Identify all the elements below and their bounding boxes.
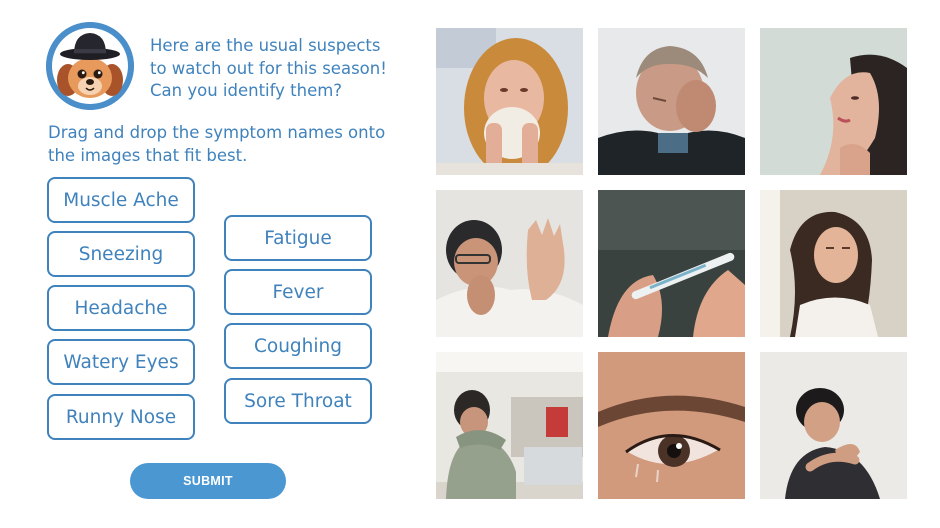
intro-line: to watch out for this season!: [150, 58, 387, 78]
drop-target-image-9[interactable]: [760, 352, 907, 499]
chip-coughing[interactable]: Coughing: [224, 323, 372, 369]
chip-fatigue[interactable]: Fatigue: [224, 215, 372, 261]
chip-headache[interactable]: Headache: [47, 285, 195, 331]
man-coughing-into-elbow-photo: [436, 352, 583, 499]
instructions-text: Drag and drop the symptom names onto the…: [48, 122, 408, 167]
drop-target-image-8[interactable]: [598, 352, 745, 499]
drop-target-image-6[interactable]: [760, 190, 907, 337]
drop-target-image-1[interactable]: [436, 28, 583, 175]
chip-muscle-ache[interactable]: Muscle Ache: [47, 177, 195, 223]
chip-sore-throat[interactable]: Sore Throat: [224, 378, 372, 424]
woman-blowing-nose-photo: [436, 28, 583, 175]
watery-eye-closeup-photo: [598, 352, 745, 499]
man-coughing-hand-up-photo: [436, 190, 583, 337]
drop-target-image-3[interactable]: [760, 28, 907, 175]
intro-line: Can you identify them?: [150, 81, 343, 100]
woman-tired-head-back-photo: [760, 190, 907, 337]
intro-line: Here are the usual suspects: [150, 36, 381, 55]
drop-target-image-4[interactable]: [436, 190, 583, 337]
woman-touching-neck-photo: [760, 28, 907, 175]
chip-watery-eyes[interactable]: Watery Eyes: [47, 339, 195, 385]
drop-target-image-7[interactable]: [436, 352, 583, 499]
drop-target-image-2[interactable]: [598, 28, 745, 175]
man-holding-shoulder-photo: [760, 352, 907, 499]
thermometer-photo: [598, 190, 745, 337]
mascot-avatar: [46, 22, 134, 110]
chip-sneezing[interactable]: Sneezing: [47, 231, 195, 277]
chip-runny-nose[interactable]: Runny Nose: [47, 394, 195, 440]
drop-target-image-5[interactable]: [598, 190, 745, 337]
dog-detective-icon: [46, 22, 134, 110]
instructions-line: the images that fit best.: [48, 145, 248, 165]
man-holding-head-photo: [598, 28, 745, 175]
instructions-line: Drag and drop the symptom names onto: [48, 123, 386, 142]
chip-fever[interactable]: Fever: [224, 269, 372, 315]
intro-text: Here are the usual suspects to watch out…: [150, 35, 410, 103]
submit-button[interactable]: SUBMIT: [130, 463, 286, 499]
